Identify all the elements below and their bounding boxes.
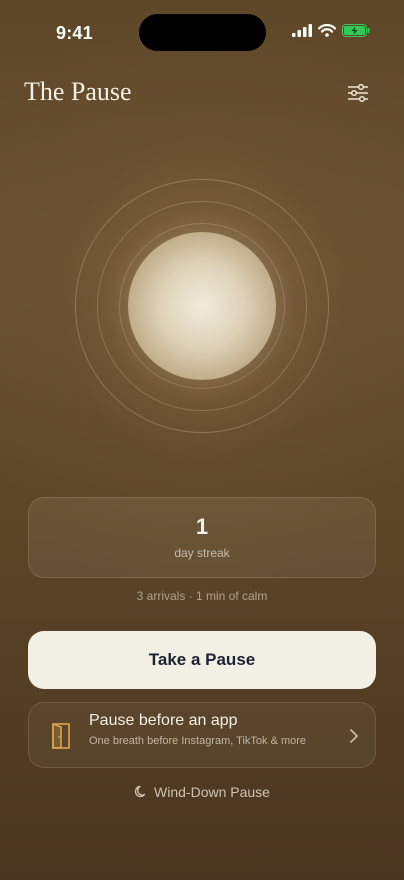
app-screen: 9:41 The Pause 1 day streak 3 arrivals ·… [0, 0, 404, 880]
settings-button[interactable] [346, 82, 370, 104]
streak-value: 1 [195, 514, 209, 539]
pause-before-app-subtitle: One breath before Instagram, TikTok & mo… [89, 735, 307, 747]
take-a-pause-label: Take a Pause [148, 650, 256, 669]
streak-label: day streak [174, 546, 230, 560]
take-a-pause-button[interactable]: Take a Pause [28, 631, 376, 689]
streak-card: 1 day streak [28, 497, 376, 578]
chevron-right-icon [350, 729, 358, 743]
breathing-orb [128, 232, 276, 380]
door-icon [52, 723, 70, 749]
status-time: 9:41 [56, 23, 93, 43]
breathing-orb-area [75, 179, 329, 433]
pause-before-app-card[interactable]: Pause before an app One breath before In… [28, 702, 376, 768]
dynamic-island [139, 14, 266, 51]
session-summary: 3 arrivals · 1 min of calm [136, 589, 268, 603]
status-bar: 9:41 [0, 0, 404, 60]
wind-down-pause-label: Wind-Down Pause [154, 784, 270, 800]
status-icons [292, 24, 370, 37]
wifi-icon [318, 24, 336, 37]
cellular-signal-icon [292, 24, 312, 37]
battery-charging-icon [342, 24, 370, 37]
pause-before-app-title: Pause before an app [89, 712, 238, 729]
wind-down-pause-link[interactable]: Wind-Down Pause [0, 784, 404, 800]
app-title: The Pause [24, 77, 132, 106]
moon-icon [134, 785, 146, 798]
sliders-icon [348, 84, 368, 102]
